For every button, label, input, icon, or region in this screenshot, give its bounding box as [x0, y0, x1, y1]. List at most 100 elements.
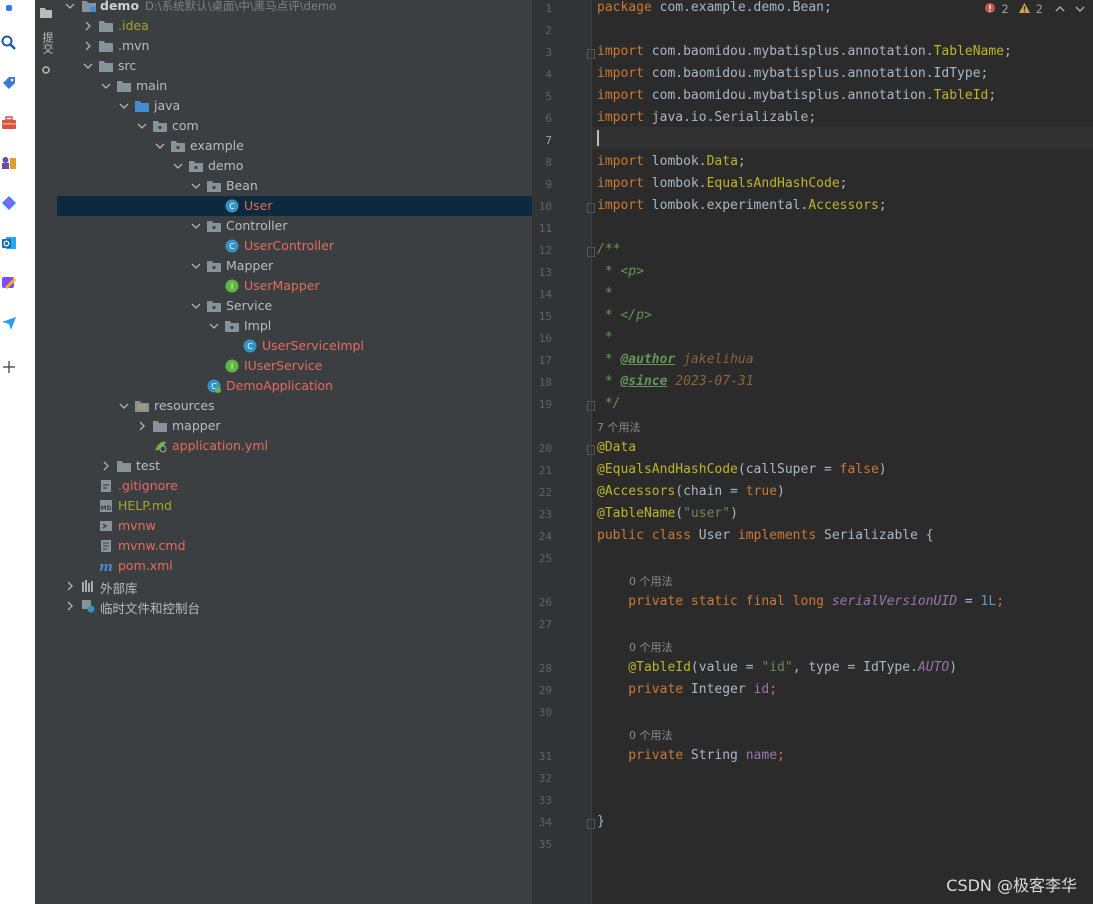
tree-item-label: User [244, 198, 273, 213]
line-number: 14 [538, 288, 552, 301]
package-icon [225, 321, 239, 332]
add-icon[interactable] [0, 358, 17, 375]
usages-hint[interactable]: 0 个用法 [629, 573, 673, 589]
chevron-right-icon[interactable] [83, 39, 93, 53]
tree-item[interactable]: .gitignore [57, 476, 532, 496]
tree-item[interactable]: java [57, 96, 532, 116]
usages-hint[interactable]: 0 个用法 [629, 727, 673, 743]
tree-item[interactable]: m pom.xml [57, 556, 532, 576]
chevron-right-icon[interactable] [83, 19, 93, 33]
chevron-up-icon[interactable] [1055, 2, 1065, 16]
root-path: D:\系统默认\桌面\中\黑马点评\demo [145, 0, 337, 13]
usages-hint[interactable]: 0 个用法 [629, 639, 673, 655]
copilot-icon[interactable] [0, 194, 17, 211]
tree-item[interactable]: Service [57, 296, 532, 316]
chevron-down-icon[interactable] [191, 259, 201, 273]
warning-icon [1018, 2, 1030, 16]
chevron-down-icon[interactable] [191, 219, 201, 233]
tree-item[interactable]: MD HELP.md [57, 496, 532, 516]
tree-item-label: src [118, 58, 137, 73]
tree-item[interactable]: .mvn [57, 36, 532, 56]
code-line-8: import lombok.Data; [597, 154, 746, 169]
commit-icon [41, 60, 51, 79]
code-editor[interactable]: 1 2 3 4 5 6 7 8 9 10 11 12 13 14 15 16 17 18 19 20 21 22 23 24 2… [532, 0, 1093, 904]
tree-item[interactable]: mvnw [57, 516, 532, 536]
chevron-down-icon[interactable] [83, 59, 93, 73]
tree-item[interactable]: mvnw.cmd [57, 536, 532, 556]
tree-item-label: application.yml [172, 438, 268, 453]
chevron-down-icon[interactable] [191, 299, 201, 313]
chevron-right-icon[interactable] [137, 419, 147, 433]
folder-icon [99, 41, 113, 52]
outlook-icon[interactable] [0, 234, 17, 251]
tree-item-label: Mapper [226, 258, 274, 273]
chevron-down-icon[interactable] [173, 159, 183, 173]
project-tool-icon[interactable] [40, 3, 52, 22]
tree-item[interactable]: application.yml [57, 436, 532, 456]
chevron-down-icon[interactable] [155, 139, 165, 153]
tree-item[interactable]: 临时文件和控制台 [57, 596, 532, 616]
tree-item[interactable]: resources [57, 396, 532, 416]
search-icon[interactable] [0, 34, 17, 51]
chevron-down-icon[interactable] [119, 399, 129, 413]
tree-item-label: java [154, 98, 181, 113]
tree-item[interactable]: Controller [57, 216, 532, 236]
svg-text:C: C [229, 242, 235, 251]
chevron-right-icon[interactable] [65, 579, 75, 593]
code-line-10: import lombok.experimental.Accessors; [597, 198, 887, 213]
commit-tab[interactable]: 提交 [39, 32, 55, 54]
chevron-down-icon[interactable] [65, 0, 75, 13]
tag-icon[interactable] [0, 74, 17, 91]
tree-item[interactable]: src [57, 56, 532, 76]
usages-hint[interactable]: 7 个用法 [597, 419, 641, 435]
warning-count: 2 [1035, 2, 1043, 16]
chevron-down-icon[interactable] [209, 319, 219, 333]
notification-icon[interactable] [0, 0, 17, 17]
chevron-down-icon[interactable] [137, 119, 147, 133]
tree-item[interactable]: .idea [57, 16, 532, 36]
line-number: 27 [538, 618, 552, 631]
chevron-right-icon[interactable] [65, 599, 75, 613]
tree-item[interactable]: demo [57, 156, 532, 176]
line-number: 34 [538, 816, 552, 829]
code-line-23: @TableName("user") [597, 506, 738, 521]
tree-item[interactable]: C DemoApplication [57, 376, 532, 396]
module-folder-icon [82, 1, 96, 12]
code-line-34: } [597, 814, 605, 829]
tree-item[interactable]: C UserServiceImpl [57, 336, 532, 356]
tree-item-label: Bean [226, 178, 258, 193]
tree-item[interactable]: I UserMapper [57, 276, 532, 296]
send-icon[interactable] [0, 314, 17, 331]
tree-item[interactable]: Mapper [57, 256, 532, 276]
code-line-13: * <p> [597, 264, 644, 279]
chevron-down-icon[interactable] [119, 99, 129, 113]
tree-item-label: .idea [118, 18, 149, 33]
chevron-down-icon[interactable] [1075, 2, 1085, 16]
tree-item[interactable]: test [57, 456, 532, 476]
tree-item[interactable]: example [57, 136, 532, 156]
tree-item[interactable]: C User [57, 196, 532, 216]
tree-item[interactable]: main [57, 76, 532, 96]
line-number: 35 [538, 838, 552, 851]
line-number: 6 [545, 112, 552, 125]
tree-item[interactable]: Bean [57, 176, 532, 196]
chess-icon[interactable] [0, 153, 17, 170]
palette-icon[interactable] [0, 274, 17, 291]
chevron-down-icon[interactable] [101, 79, 111, 93]
line-number: 3 [545, 46, 552, 59]
tree-item[interactable]: 外部库 [57, 576, 532, 596]
tree-item[interactable]: mapper [57, 416, 532, 436]
tree-item[interactable]: com [57, 116, 532, 136]
tree-item[interactable]: Impl [57, 316, 532, 336]
tree-item[interactable]: I IUserService [57, 356, 532, 376]
tree-root[interactable]: demo D:\系统默认\桌面\中\黑马点评\demo [57, 0, 532, 16]
toolbox-icon[interactable] [0, 114, 17, 131]
inspection-status[interactable]: 2 2 [985, 2, 1085, 16]
chevron-down-icon[interactable] [191, 179, 201, 193]
tree-item[interactable]: C UserController [57, 236, 532, 256]
line-number: 9 [545, 178, 552, 191]
svg-text:C: C [247, 342, 253, 351]
watermark: CSDN @极客李华 [946, 876, 1077, 895]
project-tree: demo D:\系统默认\桌面\中\黑马点评\demo .idea .mvn src m… [57, 0, 532, 904]
chevron-right-icon[interactable] [101, 459, 111, 473]
